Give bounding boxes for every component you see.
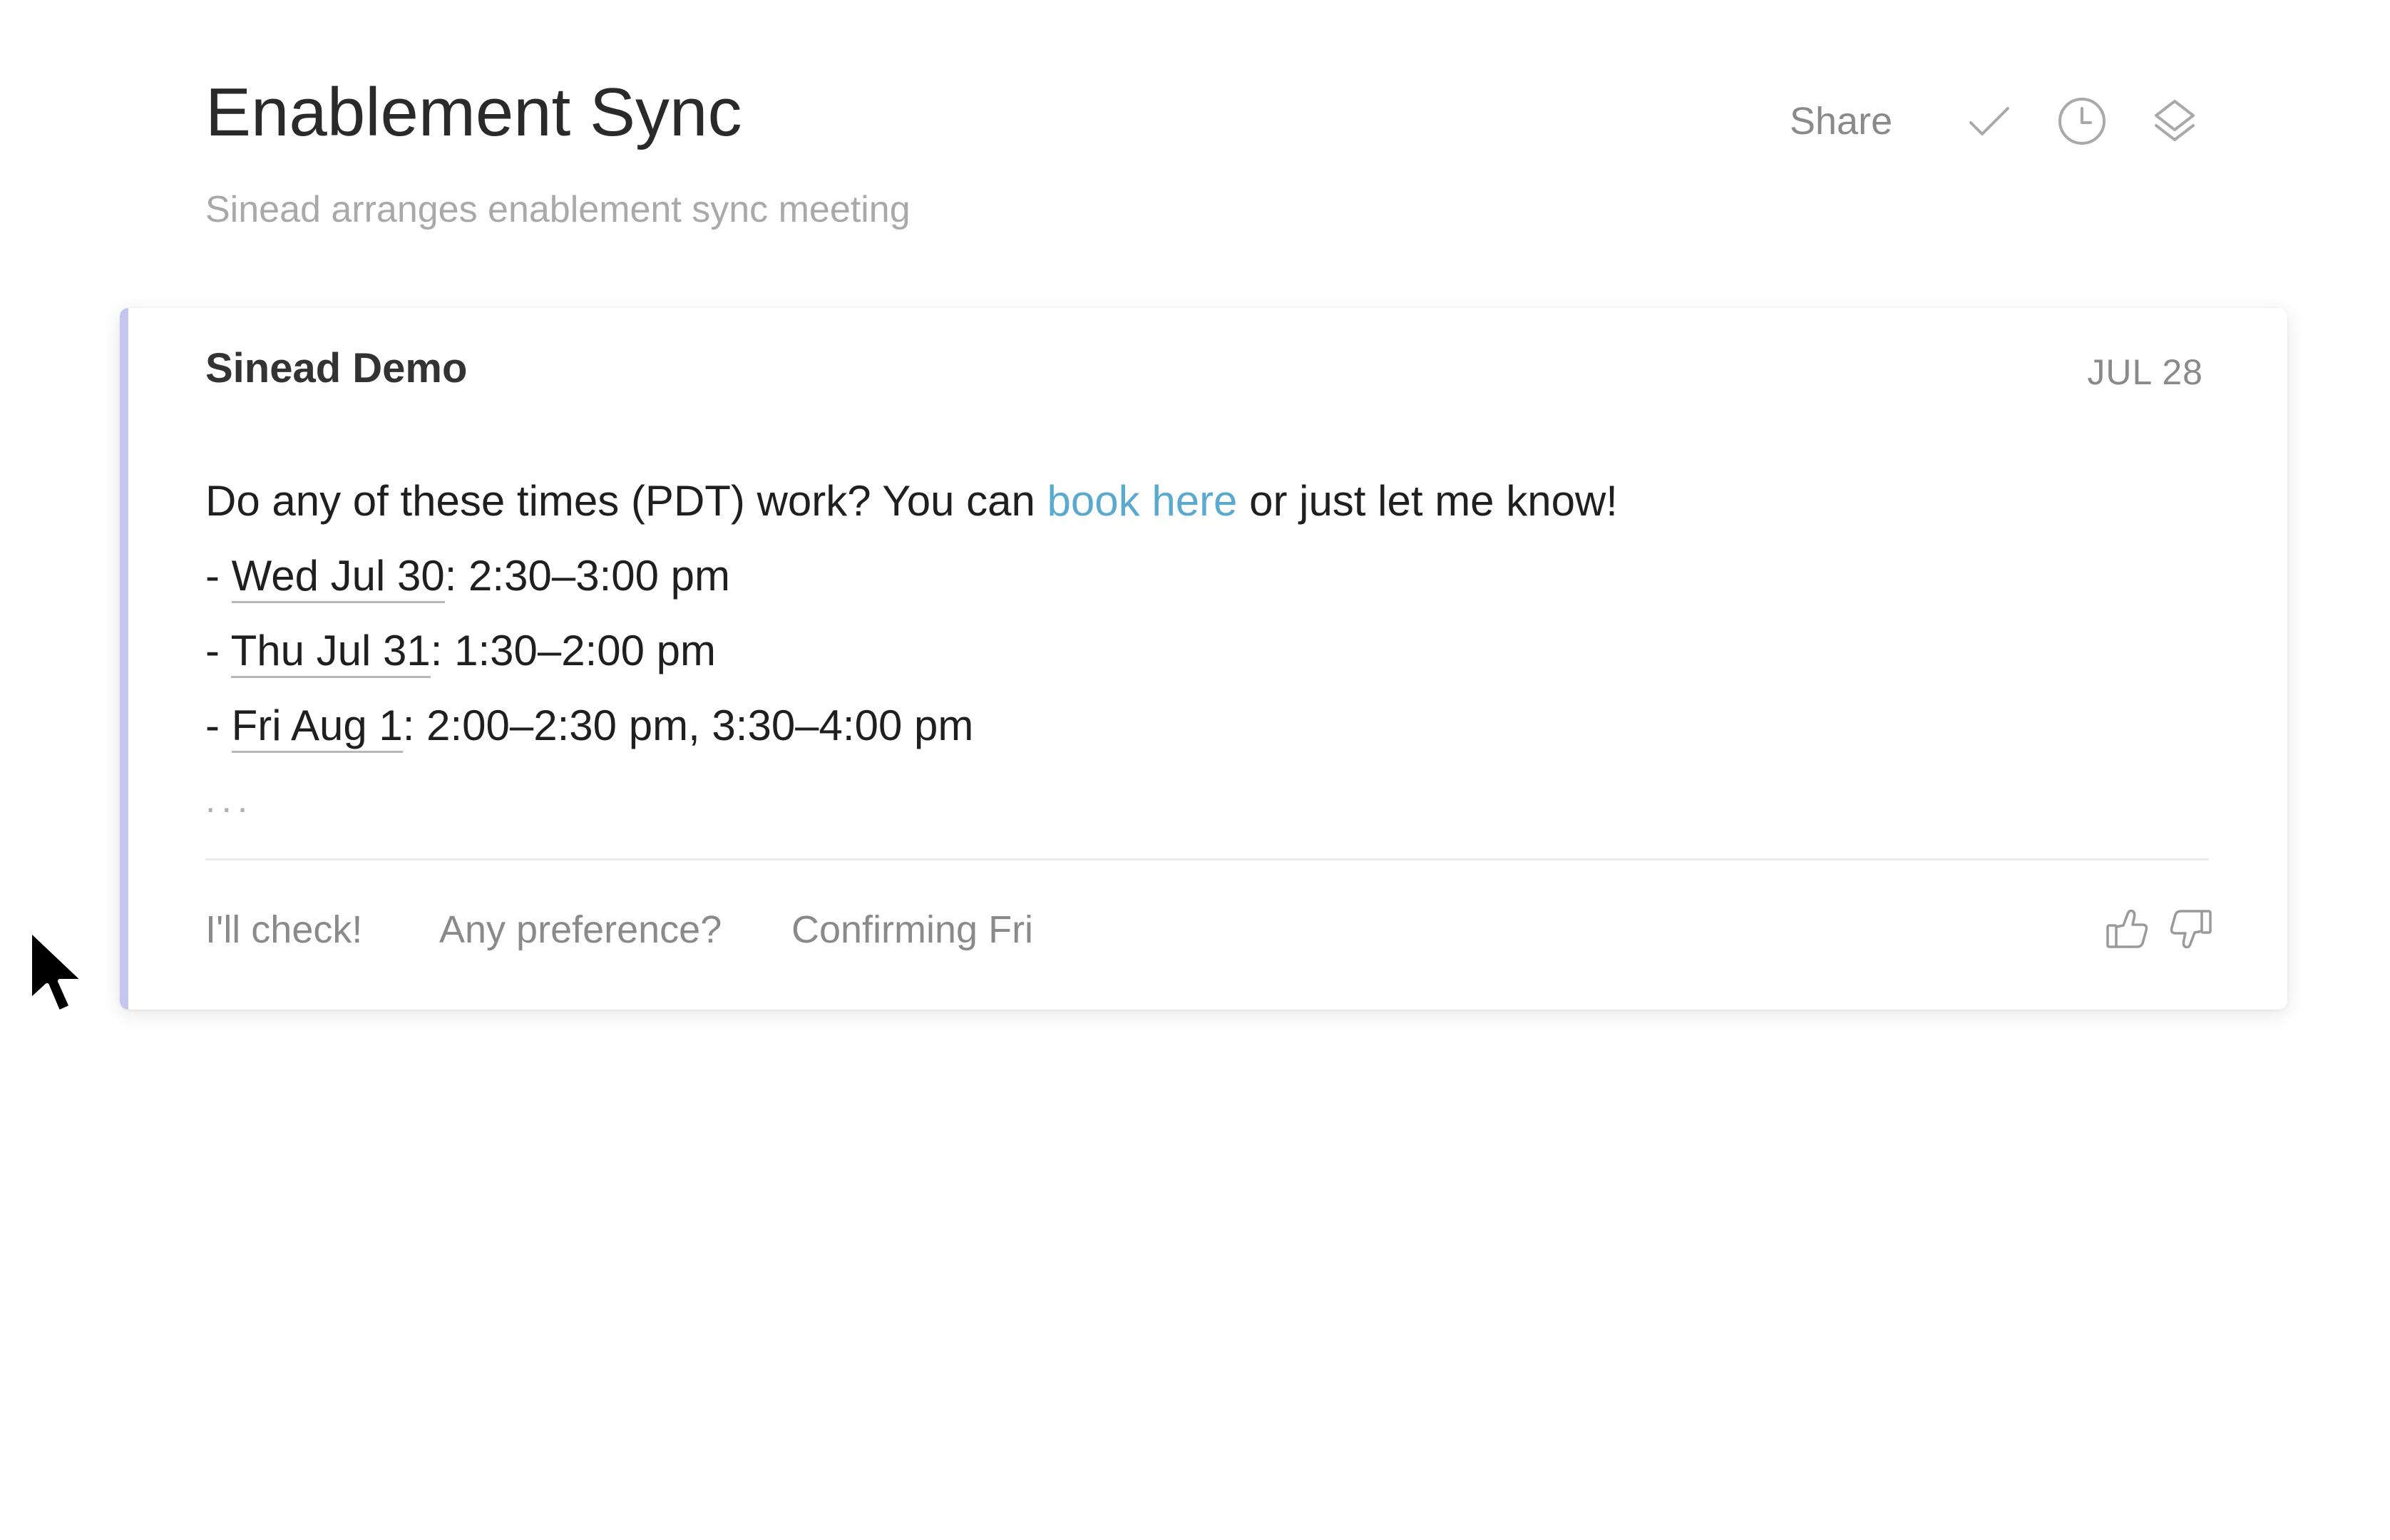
card-accent-bar [120,308,128,1010]
quick-reply-confirming-fri[interactable]: Confirming Fri [791,907,1033,953]
slot-times: : 1:30–2:00 pm [430,627,717,674]
divider [205,858,2209,861]
thread-title: Enablement Sync [205,74,742,150]
show-more-ellipsis[interactable]: ... [205,779,253,821]
time-slot: - Fri Aug 1: 2:00–2:30 pm, 3:30–4:00 pm [205,688,2202,763]
thread-subtitle: Sinead arranges enablement sync meeting [205,189,911,230]
clock-icon[interactable] [2053,93,2111,150]
header-toolbar: Share [1768,86,2210,157]
quick-reply-ill-check[interactable]: I'll check! [205,907,362,953]
time-slot: - Thu Jul 31: 1:30–2:00 pm [205,613,2202,688]
page: Enablement Sync Sinead arranges enableme… [0,0,2390,1540]
time-slot: - Wed Jul 30: 2:30–3:00 pm [205,538,2202,613]
intro-text-end: or just let me know! [1237,477,1618,525]
slot-date-link[interactable]: Wed Jul 30 [231,552,445,603]
share-button[interactable]: Share [1790,98,1892,144]
slot-times: : 2:00–2:30 pm, 3:30–4:00 pm [402,702,974,749]
sender-name: Sinead Demo [205,345,468,391]
message-date: JUL 28 [2087,352,2203,392]
slot-prefix: - [205,552,232,600]
checkmark-icon[interactable] [1961,93,2018,150]
slot-date-link[interactable]: Fri Aug 1 [231,702,403,753]
message-body: Do any of these times (PDT) work? You ca… [205,463,2202,763]
layers-icon[interactable] [2146,93,2203,150]
slot-prefix: - [205,702,232,749]
quick-reply-any-preference[interactable]: Any preference? [439,907,722,953]
slot-times: : 2:30–3:00 pm [444,552,731,600]
thumbs-down-icon[interactable] [2166,904,2216,954]
slot-date-link[interactable]: Thu Jul 31 [230,627,431,678]
message-card: Sinead Demo JUL 28 Do any of these times… [120,308,2287,1010]
book-here-link[interactable]: book here [1047,477,1238,525]
slot-prefix: - [205,627,231,674]
mouse-pointer-icon [26,927,90,1020]
message-intro: Do any of these times (PDT) work? You ca… [205,463,2202,538]
thumbs-up-icon[interactable] [2102,904,2152,954]
intro-text: Do any of these times (PDT) work? You ca… [205,477,1047,525]
